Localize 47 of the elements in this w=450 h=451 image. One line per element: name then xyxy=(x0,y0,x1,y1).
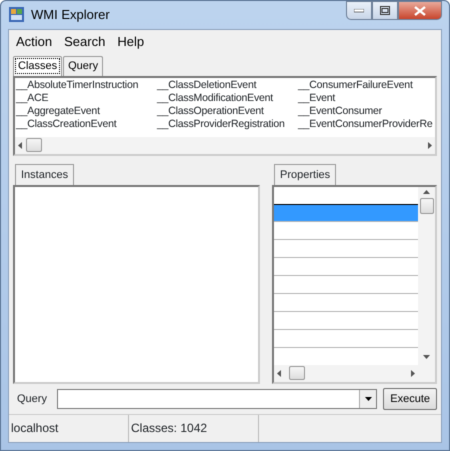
dropdown-button[interactable] xyxy=(359,390,376,408)
tab[interactable]: Query xyxy=(63,56,104,76)
horizontal-scrollbar[interactable] xyxy=(274,364,418,382)
close-icon xyxy=(414,6,426,16)
class-item[interactable]: __EventConsumer xyxy=(298,104,435,118)
scrollbar-thumb[interactable] xyxy=(289,366,305,380)
class-item[interactable]: __ClassDeletionEvent xyxy=(157,78,298,92)
instances-tab[interactable]: Instances xyxy=(15,164,74,185)
class-item[interactable]: __ClassOperationEvent xyxy=(157,104,298,118)
class-item[interactable]: __Event xyxy=(298,92,435,104)
class-item[interactable]: __ClassModificationEvent xyxy=(157,92,298,104)
scrollbar-thumb[interactable] xyxy=(420,198,434,214)
execute-button[interactable]: Execute xyxy=(383,388,437,410)
class-item[interactable]: __ACE xyxy=(16,92,157,104)
properties-tab[interactable]: Properties xyxy=(274,164,336,185)
scrollbar-thumb[interactable] xyxy=(26,138,42,152)
class-item[interactable]: __ConsumerFailureEvent xyxy=(298,78,435,92)
class-item[interactable]: __ClassCreationEvent xyxy=(16,118,157,130)
minimize-button[interactable] xyxy=(346,1,372,20)
class-item[interactable]: __AggregateEvent xyxy=(16,104,157,118)
class-item[interactable]: __EventConsumerProviderRe xyxy=(298,118,435,130)
status-panel: localhost xyxy=(9,415,129,442)
close-button[interactable] xyxy=(398,1,442,20)
right-arrow-icon[interactable] xyxy=(428,142,432,148)
maximize-button[interactable] xyxy=(372,1,398,20)
caret-icon xyxy=(364,396,372,401)
app-icon xyxy=(8,6,25,24)
up-arrow-icon[interactable] xyxy=(423,190,430,194)
property-row[interactable] xyxy=(274,204,418,222)
menu-item[interactable]: Help xyxy=(113,32,148,51)
status-panel: Classes: 1042 xyxy=(129,415,259,442)
maximize-icon xyxy=(380,6,390,15)
class-item[interactable]: __AbsoluteTimerInstruction xyxy=(16,78,157,92)
left-arrow-icon[interactable] xyxy=(18,142,22,148)
vertical-scrollbar[interactable] xyxy=(418,187,435,382)
class-item[interactable]: __ClassProviderRegistration xyxy=(157,118,298,130)
right-arrow-icon[interactable] xyxy=(411,370,415,376)
horizontal-scrollbar[interactable] xyxy=(15,136,435,154)
minimize-icon xyxy=(354,8,364,12)
window-title: WMI Explorer xyxy=(31,6,110,24)
menu-item[interactable]: Search xyxy=(60,32,110,51)
left-arrow-icon[interactable] xyxy=(277,370,281,376)
tab[interactable]: Classes xyxy=(13,56,62,76)
query-field[interactable] xyxy=(56,388,378,409)
query-label: Query xyxy=(16,392,48,406)
down-arrow-icon[interactable] xyxy=(423,354,430,358)
menu-item[interactable]: Action xyxy=(12,32,56,51)
